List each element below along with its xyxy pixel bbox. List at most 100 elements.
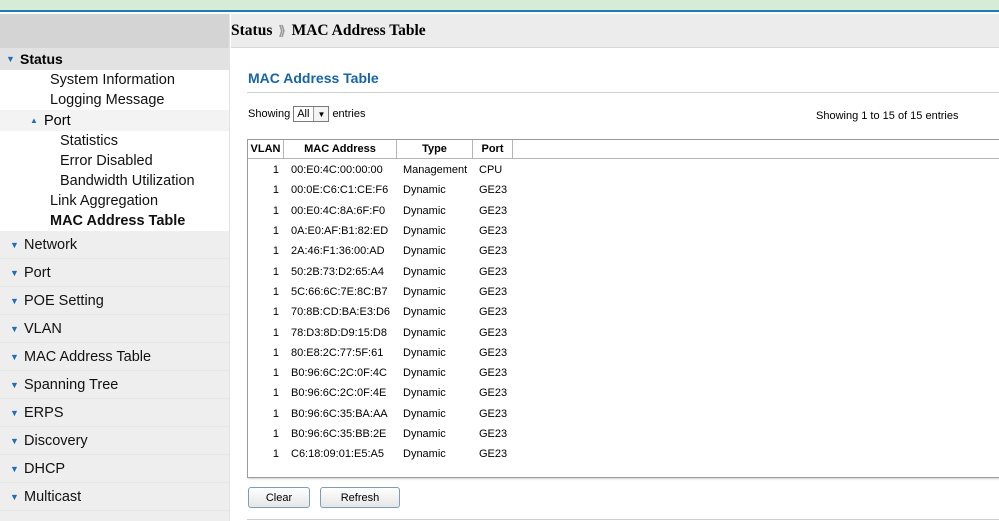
cell-vlan: 1 [272,306,279,319]
cell-vlan: 1 [272,407,279,420]
cell-type: Management [403,164,468,177]
cell-type: Dynamic [403,306,446,319]
column-header-type[interactable]: Type [397,140,473,158]
status-submenu: System Information Logging Message ▲ Por… [0,70,229,231]
cell-mac-address: 00:E0:4C:00:00:00 [291,164,383,177]
breadcrumb-section: Status [231,21,273,39]
cell-type: Dynamic [403,346,446,359]
table-row: 1 B0:96:6C:2C:0F:4C Dynamic GE23 [248,363,999,383]
cell-mac-address: 0A:E0:AF:B1:82:ED [291,225,389,238]
entries-select-value: All [297,108,310,120]
cell-mac-address: 00:E0:4C:8A:6F:F0 [291,204,386,217]
sidebar-item-mac-address-table[interactable]: MAC Address Table [0,211,229,231]
cell-port: GE23 [479,387,508,400]
cell-mac-address: 80:E8:2C:77:5F:61 [291,346,384,359]
cell-vlan: 1 [272,346,279,359]
cell-type: Dynamic [403,407,446,420]
sidebar-item-bandwidth-utilization[interactable]: Bandwidth Utilization [0,171,229,191]
section-title: MAC Address Table [248,70,379,86]
sidebar-item-logging-message[interactable]: Logging Message [0,90,229,110]
sidebar-group-spanning-tree[interactable]: ▼ Spanning Tree [0,371,229,399]
caret-down-icon: ▼ [10,323,19,334]
cell-vlan: 1 [272,164,279,177]
sidebar-group-multicast[interactable]: ▼ Multicast [0,483,229,511]
sidebar-group-mac-address-table[interactable]: ▼ MAC Address Table [0,343,229,371]
cell-port: GE23 [479,225,508,238]
sidebar-group-port[interactable]: ▼ Port [0,259,229,287]
cell-port: GE23 [479,448,508,461]
cell-port: GE23 [479,306,508,319]
cell-port: GE23 [479,184,508,197]
cell-vlan: 1 [272,448,279,461]
caret-down-icon: ▼ [10,491,19,502]
sidebar-group-status[interactable]: ▼ Status [0,48,229,70]
cell-vlan: 1 [272,204,279,217]
cell-vlan: 1 [272,285,279,298]
cell-port: GE23 [479,265,508,278]
sidebar-group-label: Discovery [24,432,88,449]
caret-down-icon: ▼ [6,54,15,64]
column-header-port[interactable]: Port [473,140,513,158]
caret-down-icon: ▼ [10,435,19,446]
sidebar-nav: ▼ Status System Information Logging Mess… [0,14,230,521]
sidebar-item-error-disabled[interactable]: Error Disabled [0,151,229,171]
table-header: VLAN MAC Address Type Port [248,140,999,159]
sidebar-group-label: ERPS [24,404,64,421]
refresh-button[interactable]: Refresh [320,487,400,508]
sidebar-item-link-aggregation[interactable]: Link Aggregation [0,191,229,211]
table-row: 1 50:2B:73:D2:65:A4 Dynamic GE23 [248,261,999,281]
cell-port: GE23 [479,346,508,359]
sidebar-item-port[interactable]: ▲ Port [0,110,229,131]
caret-down-icon: ▼ [10,463,19,474]
sidebar-group-label: Port [24,264,51,281]
cell-mac-address: B0:96:6C:35:BB:2E [291,428,387,440]
entries-select[interactable]: All ▼ [293,106,330,122]
sidebar-group-label: Multicast [24,488,82,505]
sidebar-group-erps[interactable]: ▼ ERPS [0,399,229,427]
caret-down-icon: ▼ [10,295,19,306]
cell-type: Dynamic [403,225,446,238]
sidebar-group-dhcp[interactable]: ▼ DHCP [0,455,229,483]
caret-down-icon: ▼ [10,407,19,418]
entries-count-info: Showing 1 to 15 of 15 entries [816,110,959,122]
cell-mac-address: B0:96:6C:35:BA:AA [291,407,388,420]
cell-mac-address: 00:0E:C6:C1:CE:F6 [291,184,389,197]
cell-mac-address: B0:96:6C:2C:0F:4C [291,367,387,380]
sidebar-group-poe-setting[interactable]: ▼ POE Setting [0,287,229,315]
caret-down-icon: ▼ [10,267,19,278]
sidebar-group-label: VLAN [24,320,62,337]
bottom-divider [247,519,999,520]
breadcrumb-separator-icon: ⟫ [278,22,286,38]
sidebar-group-label: MAC Address Table [24,348,152,365]
caret-up-icon: ▲ [30,116,38,125]
cell-port: GE23 [479,326,508,339]
cell-port: GE23 [479,245,508,258]
caret-down-icon: ▼ [10,351,19,362]
column-header-mac-address[interactable]: MAC Address [284,140,397,158]
table-row: 1 80:E8:2C:77:5F:61 Dynamic GE23 [248,343,999,363]
sidebar-group-label: Status [20,51,63,67]
sidebar-group-label: Network [24,236,78,253]
cell-type: Dynamic [403,285,446,298]
sidebar-group-discovery[interactable]: ▼ Discovery [0,427,229,455]
cell-port: GE23 [479,285,508,298]
sidebar-item-statistics[interactable]: Statistics [0,131,229,151]
sidebar-group-vlan[interactable]: ▼ VLAN [0,315,229,343]
cell-vlan: 1 [272,367,279,380]
chevron-down-icon[interactable]: ▼ [313,107,329,121]
sidebar-item-system-information[interactable]: System Information [0,70,229,90]
sidebar-group-network[interactable]: ▼ Network [0,231,229,259]
column-header-vlan[interactable]: VLAN [248,140,284,158]
breadcrumb-page: MAC Address Table [291,21,426,39]
cell-type: Dynamic [403,184,446,197]
cell-mac-address: C6:18:09:01:E5:A5 [291,448,384,461]
sidebar-group-label: DHCP [24,460,66,477]
showing-suffix: entries [332,108,366,120]
clear-button[interactable]: Clear [248,487,310,508]
table-row: 1 C6:18:09:01:E5:A5 Dynamic GE23 [248,444,999,464]
cell-mac-address: 70:8B:CD:BA:E3:D6 [291,306,391,319]
main-content: Status ⟫ MAC Address Table MAC Address T… [231,14,999,521]
cell-type: Dynamic [403,265,446,278]
table-row: 1 0A:E0:AF:B1:82:ED Dynamic GE23 [248,221,999,241]
cell-port: GE23 [479,407,508,420]
